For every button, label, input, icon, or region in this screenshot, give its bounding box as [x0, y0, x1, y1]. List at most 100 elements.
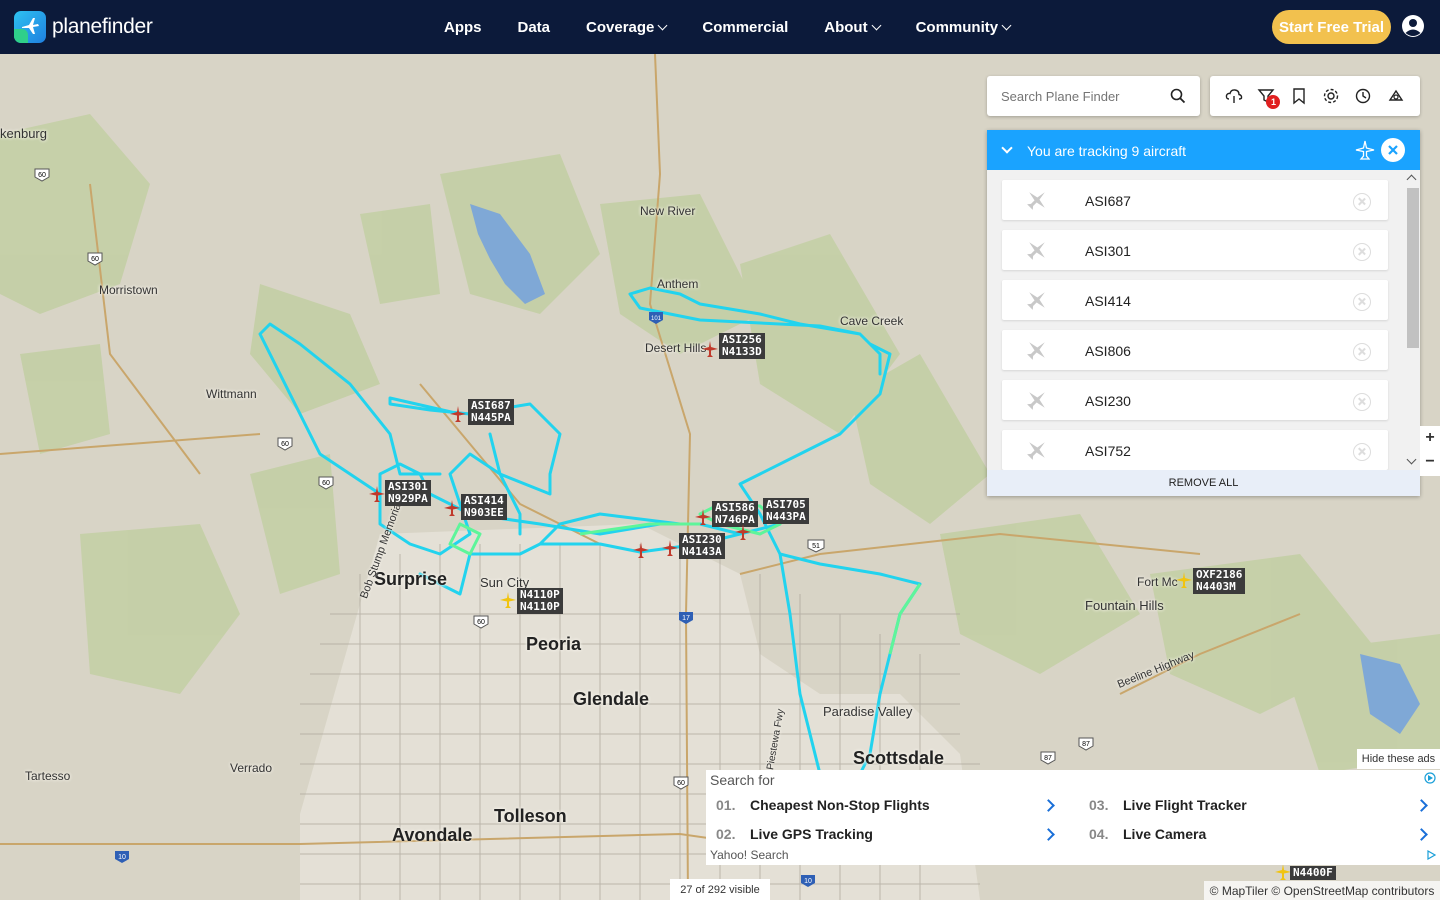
remove-aircraft-icon[interactable]: [1353, 243, 1371, 261]
aircraft-callsign: ASI687: [1085, 193, 1131, 209]
aircraft-callsign: ASI414: [1085, 293, 1131, 309]
tracked-aircraft-row[interactable]: ASI752: [1002, 430, 1388, 470]
remove-aircraft-icon[interactable]: [1353, 343, 1371, 361]
tracked-aircraft-icon[interactable]: [369, 486, 385, 502]
place-label: Paradise Valley: [823, 704, 913, 719]
zoom-out-button[interactable]: −: [1420, 450, 1440, 474]
svg-text:10: 10: [804, 878, 812, 885]
ad-search-for-label: Search for: [710, 772, 775, 788]
nav-coverage[interactable]: Coverage: [568, 19, 684, 36]
map-attribution[interactable]: © MapTiler © OpenStreetMap contributors: [1204, 881, 1440, 900]
start-free-trial-button[interactable]: Start Free Trial: [1272, 10, 1391, 44]
chevron-down-icon: [871, 20, 882, 30]
aircraft-callsign: ASI806: [1085, 343, 1131, 359]
aircraft-callsign: ASI301: [1085, 243, 1131, 259]
aircraft-icon[interactable]: [1275, 864, 1291, 880]
collapse-chevron-icon[interactable]: [1001, 142, 1013, 154]
tracked-aircraft-icon[interactable]: [702, 341, 718, 357]
tracking-panel-header[interactable]: You are tracking 9 aircraft: [987, 130, 1420, 170]
hide-ads-button[interactable]: Hide these ads: [1357, 749, 1440, 769]
aircraft-tag[interactable]: ASI687 N445PA: [468, 399, 514, 425]
ad-link[interactable]: 02. Live GPS Tracking: [706, 822, 1061, 846]
filter-icon[interactable]: 1: [1257, 87, 1281, 109]
remove-aircraft-icon[interactable]: [1353, 193, 1371, 211]
svg-text:17: 17: [682, 615, 690, 622]
logo-mark-icon: [14, 11, 46, 43]
planefinder-logo[interactable]: planefinder: [14, 11, 153, 43]
svg-text:60: 60: [322, 480, 330, 487]
city-label: Peoria: [526, 634, 582, 654]
zoom-in-button[interactable]: +: [1420, 426, 1440, 450]
place-label: Verrado: [230, 761, 273, 775]
tracked-aircraft-icon[interactable]: [662, 540, 678, 556]
nav-data[interactable]: Data: [500, 19, 569, 36]
remove-aircraft-icon[interactable]: [1353, 393, 1371, 411]
search-input[interactable]: [1001, 88, 1161, 104]
user-account-icon[interactable]: [1401, 14, 1425, 38]
search-icon[interactable]: [1170, 88, 1186, 104]
place-label: Anthem: [657, 277, 699, 291]
chevron-down-icon: [657, 20, 668, 30]
scrollbar-thumb[interactable]: [1407, 188, 1419, 348]
svg-text:51: 51: [812, 543, 820, 550]
cloud-icon[interactable]: [1225, 87, 1243, 105]
tracked-aircraft-icon[interactable]: [444, 500, 460, 516]
aircraft-tag[interactable]: N4400F: [1290, 866, 1336, 880]
highway-shield-icon: 60: [318, 476, 334, 490]
city-label: Glendale: [573, 689, 650, 709]
aircraft-icon: [1027, 442, 1045, 460]
remove-aircraft-icon[interactable]: [1353, 293, 1371, 311]
3d-view-icon[interactable]: [1387, 87, 1405, 105]
tracked-aircraft-icon[interactable]: [633, 542, 649, 558]
aircraft-tag[interactable]: ASI414 N903EE: [461, 494, 507, 520]
aircraft-icon[interactable]: [1176, 572, 1192, 588]
tracked-aircraft-icon[interactable]: [695, 509, 711, 525]
aircraft-tag[interactable]: ASI705 N443PA: [763, 498, 809, 524]
tracked-aircraft-list[interactable]: ASI687 ASI301 ASI414 ASI806 ASI230 ASI75…: [987, 170, 1403, 470]
city-label: Avondale: [392, 825, 473, 845]
nav-apps[interactable]: Apps: [426, 19, 500, 36]
ad-link[interactable]: 03. Live Flight Tracker: [1079, 793, 1434, 817]
place-label: Morristown: [99, 283, 158, 297]
airplane-icon[interactable]: [1355, 140, 1375, 160]
chevron-down-icon: [1001, 20, 1012, 30]
settings-icon[interactable]: [1322, 87, 1340, 105]
aircraft-icon: [1027, 392, 1045, 410]
bookmark-icon[interactable]: [1290, 87, 1308, 105]
tracked-aircraft-row[interactable]: ASI687: [1002, 180, 1388, 220]
highway-shield-icon: 17: [679, 612, 693, 624]
filter-count-badge: 1: [1266, 95, 1281, 109]
tracked-aircraft-row[interactable]: ASI230: [1002, 380, 1388, 420]
scroll-down-icon[interactable]: [1406, 454, 1417, 465]
tracked-aircraft-row[interactable]: ASI806: [1002, 330, 1388, 370]
nav-commercial[interactable]: Commercial: [684, 19, 806, 36]
tracked-aircraft-row[interactable]: ASI414: [1002, 280, 1388, 320]
svg-text:10: 10: [118, 854, 126, 861]
scroll-up-icon[interactable]: [1406, 174, 1417, 185]
ad-link[interactable]: 04. Live Camera: [1079, 822, 1434, 846]
history-icon[interactable]: [1354, 87, 1372, 105]
ad-link[interactable]: 01. Cheapest Non-Stop Flights: [706, 793, 1061, 817]
brand-name: planefinder: [52, 15, 153, 38]
nav-about[interactable]: About: [806, 19, 897, 36]
remove-aircraft-icon[interactable]: [1353, 443, 1371, 461]
close-tracking-button[interactable]: [1381, 138, 1405, 162]
ad-choices-icon[interactable]: [1424, 772, 1436, 784]
aircraft-tag[interactable]: OXF2186 N4403M: [1193, 568, 1246, 594]
tracked-aircraft-row[interactable]: ASI301: [1002, 230, 1388, 270]
tracked-aircraft-icon[interactable]: [450, 406, 466, 422]
aircraft-tag[interactable]: ASI256 N4133D: [719, 333, 765, 359]
sponsored-search-ad: Search for 01. Cheapest Non-Stop Flights …: [706, 770, 1440, 865]
tracked-aircraft-icon[interactable]: [735, 524, 751, 540]
remove-all-button[interactable]: REMOVE ALL: [987, 470, 1420, 496]
aircraft-tag[interactable]: ASI230 N4143A: [679, 533, 725, 559]
aircraft-icon[interactable]: [500, 592, 516, 608]
aircraft-icon: [1027, 242, 1045, 260]
ad-choices-icon[interactable]: [1426, 850, 1436, 860]
zoom-control: + −: [1420, 426, 1440, 476]
highway-shield-icon: 60: [34, 168, 50, 182]
tracking-list-scrollbar[interactable]: [1403, 170, 1420, 470]
aircraft-tag[interactable]: ASI301 N929PA: [385, 480, 431, 506]
aircraft-tag[interactable]: N4110P N4110P: [517, 588, 563, 614]
nav-community[interactable]: Community: [898, 19, 1029, 36]
